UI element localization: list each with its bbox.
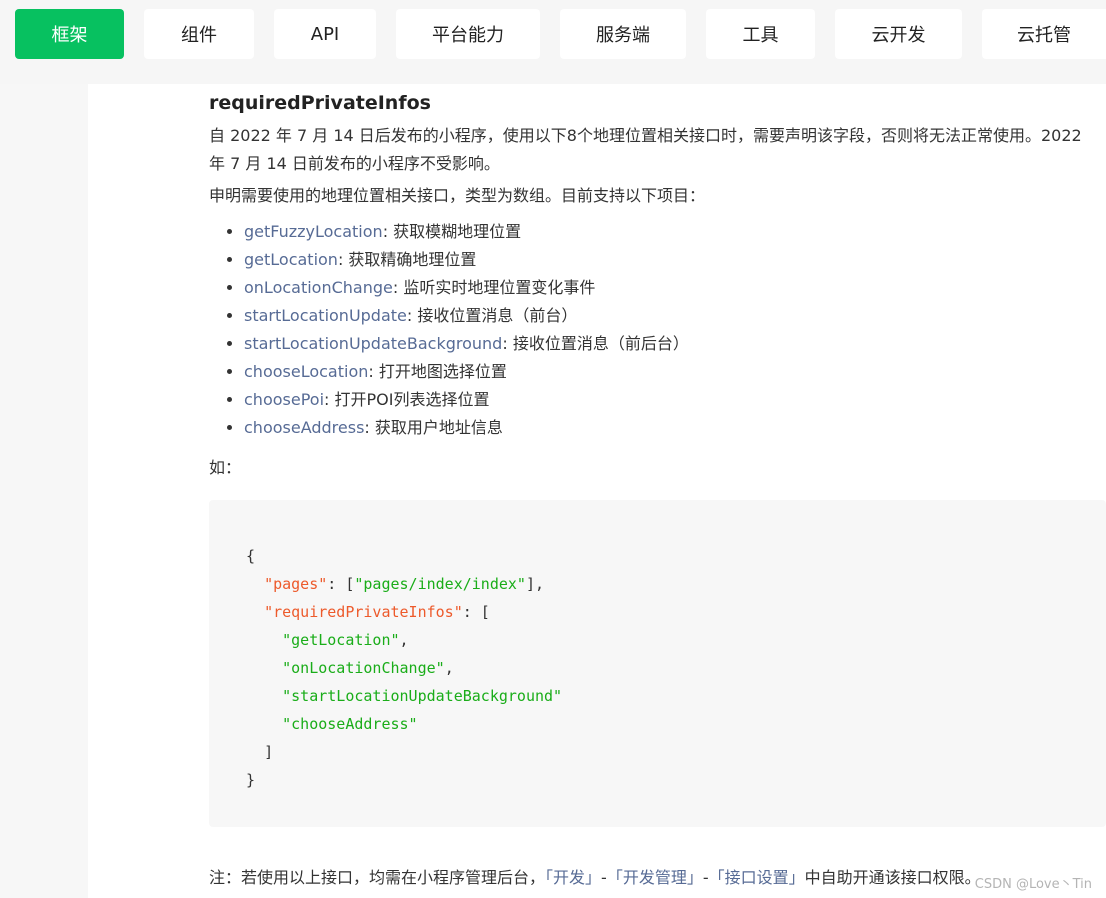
api-desc: : 获取用户地址信息 [364, 418, 503, 437]
code-punct: ], [525, 575, 545, 593]
code-brace: } [246, 771, 256, 789]
code-punct: , [399, 631, 409, 649]
example-label: 如： [209, 458, 242, 477]
note-link-interface-settings[interactable]: 「接口设置」 [709, 868, 805, 887]
tab-tools[interactable]: 工具 [706, 9, 815, 59]
code-punct: : [ [327, 575, 355, 593]
api-link-getfuzzylocation[interactable]: getFuzzyLocation [244, 222, 383, 241]
tab-platform-capabilities[interactable]: 平台能力 [396, 9, 540, 59]
api-desc: : 获取精确地理位置 [337, 250, 477, 269]
api-link-startlocationupdatebackground[interactable]: startLocationUpdateBackground [244, 334, 502, 353]
section-heading: requiredPrivateInfos [209, 92, 431, 114]
api-desc: : 打开地图选择位置 [368, 362, 507, 381]
top-nav: 框架 组件 API 平台能力 服务端 工具 云开发 云托管 [0, 0, 1106, 84]
list-item: onLocationChange: 监听实时地理位置变化事件 [244, 274, 1106, 302]
api-link-onlocationchange[interactable]: onLocationChange [244, 278, 393, 297]
tab-api[interactable]: API [274, 9, 376, 59]
tab-server[interactable]: 服务端 [560, 9, 686, 59]
code-punct: ] [264, 743, 274, 761]
list-item: chooseAddress: 获取用户地址信息 [244, 414, 1106, 442]
note-suffix: 中自助开通该接口权限。 [804, 868, 981, 887]
list-item: getFuzzyLocation: 获取模糊地理位置 [244, 218, 1106, 246]
code-punct: , [444, 659, 454, 677]
note-prefix: 注：若使用以上接口，均需在小程序管理后台， [209, 868, 546, 887]
list-item: startLocationUpdateBackground: 接收位置消息（前后… [244, 330, 1106, 358]
list-item: getLocation: 获取精确地理位置 [244, 246, 1106, 274]
tab-components[interactable]: 组件 [144, 9, 254, 59]
intro-paragraph: 自 2022 年 7 月 14 日后发布的小程序，使用以下8个地理位置相关接口时… [209, 126, 1082, 173]
api-desc: : 接收位置消息（前台） [406, 306, 578, 325]
api-desc: : 接收位置消息（前后台） [502, 334, 689, 353]
api-link-chooselocation[interactable]: chooseLocation [244, 362, 368, 381]
left-sidebar-gutter [0, 84, 88, 898]
api-link-startlocationupdate[interactable]: startLocationUpdate [244, 306, 407, 325]
tab-cloud-hosting[interactable]: 云托管 [982, 9, 1106, 59]
api-desc: : 打开POI列表选择位置 [324, 390, 490, 409]
api-link-getlocation[interactable]: getLocation [244, 250, 338, 269]
code-key-pages: "pages" [264, 575, 328, 593]
declare-paragraph: 申明需要使用的地理位置相关接口，类型为数组。目前支持以下项目： [209, 186, 706, 205]
tab-cloud-development[interactable]: 云开发 [835, 9, 962, 59]
api-list: getFuzzyLocation: 获取模糊地理位置 getLocation: … [209, 218, 1106, 442]
code-string: "startLocationUpdateBackground" [282, 687, 563, 705]
watermark: CSDN @Love丶Tin [974, 877, 1092, 892]
list-item: chooseLocation: 打开地图选择位置 [244, 358, 1106, 386]
tab-framework[interactable]: 框架 [15, 9, 124, 59]
code-string: "chooseAddress" [282, 715, 418, 733]
code-string: "getLocation" [282, 631, 400, 649]
note-link-develop-management[interactable]: 「开发管理」 [607, 868, 703, 887]
api-link-choosepoi[interactable]: choosePoi [244, 390, 324, 409]
note-link-develop[interactable]: 「开发」 [545, 868, 601, 887]
api-desc: : 监听实时地理位置变化事件 [392, 278, 596, 297]
code-brace: { [246, 547, 256, 565]
doc-content: requiredPrivateInfos 自 2022 年 7 月 14 日后发… [209, 84, 1106, 827]
code-string: "pages/index/index" [354, 575, 526, 593]
list-item: startLocationUpdate: 接收位置消息（前台） [244, 302, 1106, 330]
api-desc: : 获取模糊地理位置 [382, 222, 522, 241]
code-punct: : [ [462, 603, 490, 621]
code-block: { "pages": ["pages/index/index"], "requi… [209, 500, 1106, 827]
api-link-chooseaddress[interactable]: chooseAddress [244, 418, 364, 437]
code-key-requiredprivateinfos: "requiredPrivateInfos" [264, 603, 463, 621]
code-string: "onLocationChange" [282, 659, 445, 677]
list-item: choosePoi: 打开POI列表选择位置 [244, 386, 1106, 414]
note-paragraph: 注：若使用以上接口，均需在小程序管理后台，「开发」-「开发管理」-「接口设置」中… [209, 864, 981, 892]
